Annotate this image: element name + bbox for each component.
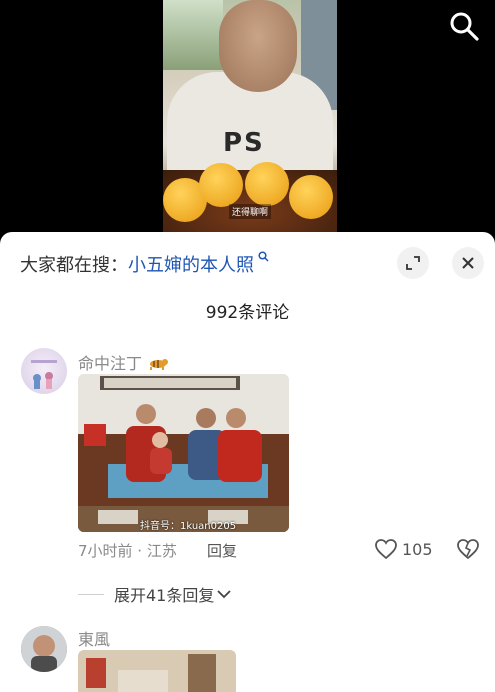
video-player[interactable]: PS 还得聊啊 bbox=[0, 0, 495, 240]
search-icon bbox=[450, 12, 479, 41]
avatar[interactable] bbox=[21, 626, 67, 672]
username-text: 命中注丁 bbox=[78, 354, 143, 373]
like-button[interactable]: 105 bbox=[374, 538, 433, 560]
family-photo bbox=[78, 374, 289, 532]
video-subtitle: 还得聊啊 bbox=[229, 204, 272, 219]
avatar-photo bbox=[21, 626, 67, 672]
comment-photo[interactable] bbox=[78, 650, 236, 692]
comment-username[interactable]: 命中注丁 bbox=[78, 350, 169, 374]
comment-count: 992条评论 bbox=[205, 303, 290, 323]
broken-heart-icon bbox=[457, 539, 479, 560]
suggestion-query[interactable]: 小五婶的本人照 bbox=[128, 255, 254, 276]
comment-sheet: 大家都在搜：小五婶的本人照 992条评论 命中注丁 抖音号：1kuan0205 … bbox=[0, 232, 495, 692]
avatar-illustration bbox=[31, 360, 57, 389]
divider bbox=[78, 593, 104, 595]
like-count: 105 bbox=[402, 539, 433, 559]
shirt-print: PS bbox=[223, 128, 265, 158]
room-photo bbox=[78, 650, 236, 692]
avatar[interactable] bbox=[21, 348, 67, 394]
food-bun bbox=[289, 175, 333, 219]
search-button[interactable] bbox=[448, 10, 480, 42]
chevron-down-icon bbox=[217, 590, 232, 599]
background-window bbox=[163, 0, 223, 70]
food-bun bbox=[245, 162, 289, 206]
expand-replies-label: 展开41条回复 bbox=[114, 586, 215, 605]
reply-button[interactable]: 回复 bbox=[207, 540, 237, 561]
tiger-icon bbox=[147, 355, 169, 374]
comment-photo[interactable]: 抖音号：1kuan0205 bbox=[78, 374, 289, 532]
heart-icon bbox=[375, 539, 397, 560]
comment-item: 東風 bbox=[0, 624, 495, 692]
video-frame[interactable]: PS 还得聊啊 bbox=[163, 0, 337, 240]
suggestion-prefix: 大家都在搜： bbox=[20, 255, 128, 276]
comment-time-location: 7小时前 · 江苏 bbox=[78, 542, 177, 560]
expand-icon bbox=[406, 256, 420, 270]
suggestion-search-icon bbox=[254, 251, 269, 265]
photo-watermark: 抖音号：1kuan0205 bbox=[140, 521, 237, 532]
dislike-button[interactable] bbox=[456, 538, 480, 564]
person-head bbox=[219, 0, 297, 92]
comment-username[interactable]: 東風 bbox=[78, 626, 110, 650]
comment-item: 命中注丁 抖音号：1kuan0205 7小时前 · 江苏 回复 105 展开41… bbox=[0, 346, 495, 606]
close-button[interactable] bbox=[452, 247, 484, 279]
close-icon bbox=[462, 257, 474, 269]
food-bun bbox=[199, 163, 243, 207]
search-suggestion[interactable]: 大家都在搜：小五婶的本人照 bbox=[20, 251, 269, 277]
expand-replies-button[interactable]: 展开41条回复 bbox=[78, 582, 278, 606]
expand-button[interactable] bbox=[397, 247, 429, 279]
